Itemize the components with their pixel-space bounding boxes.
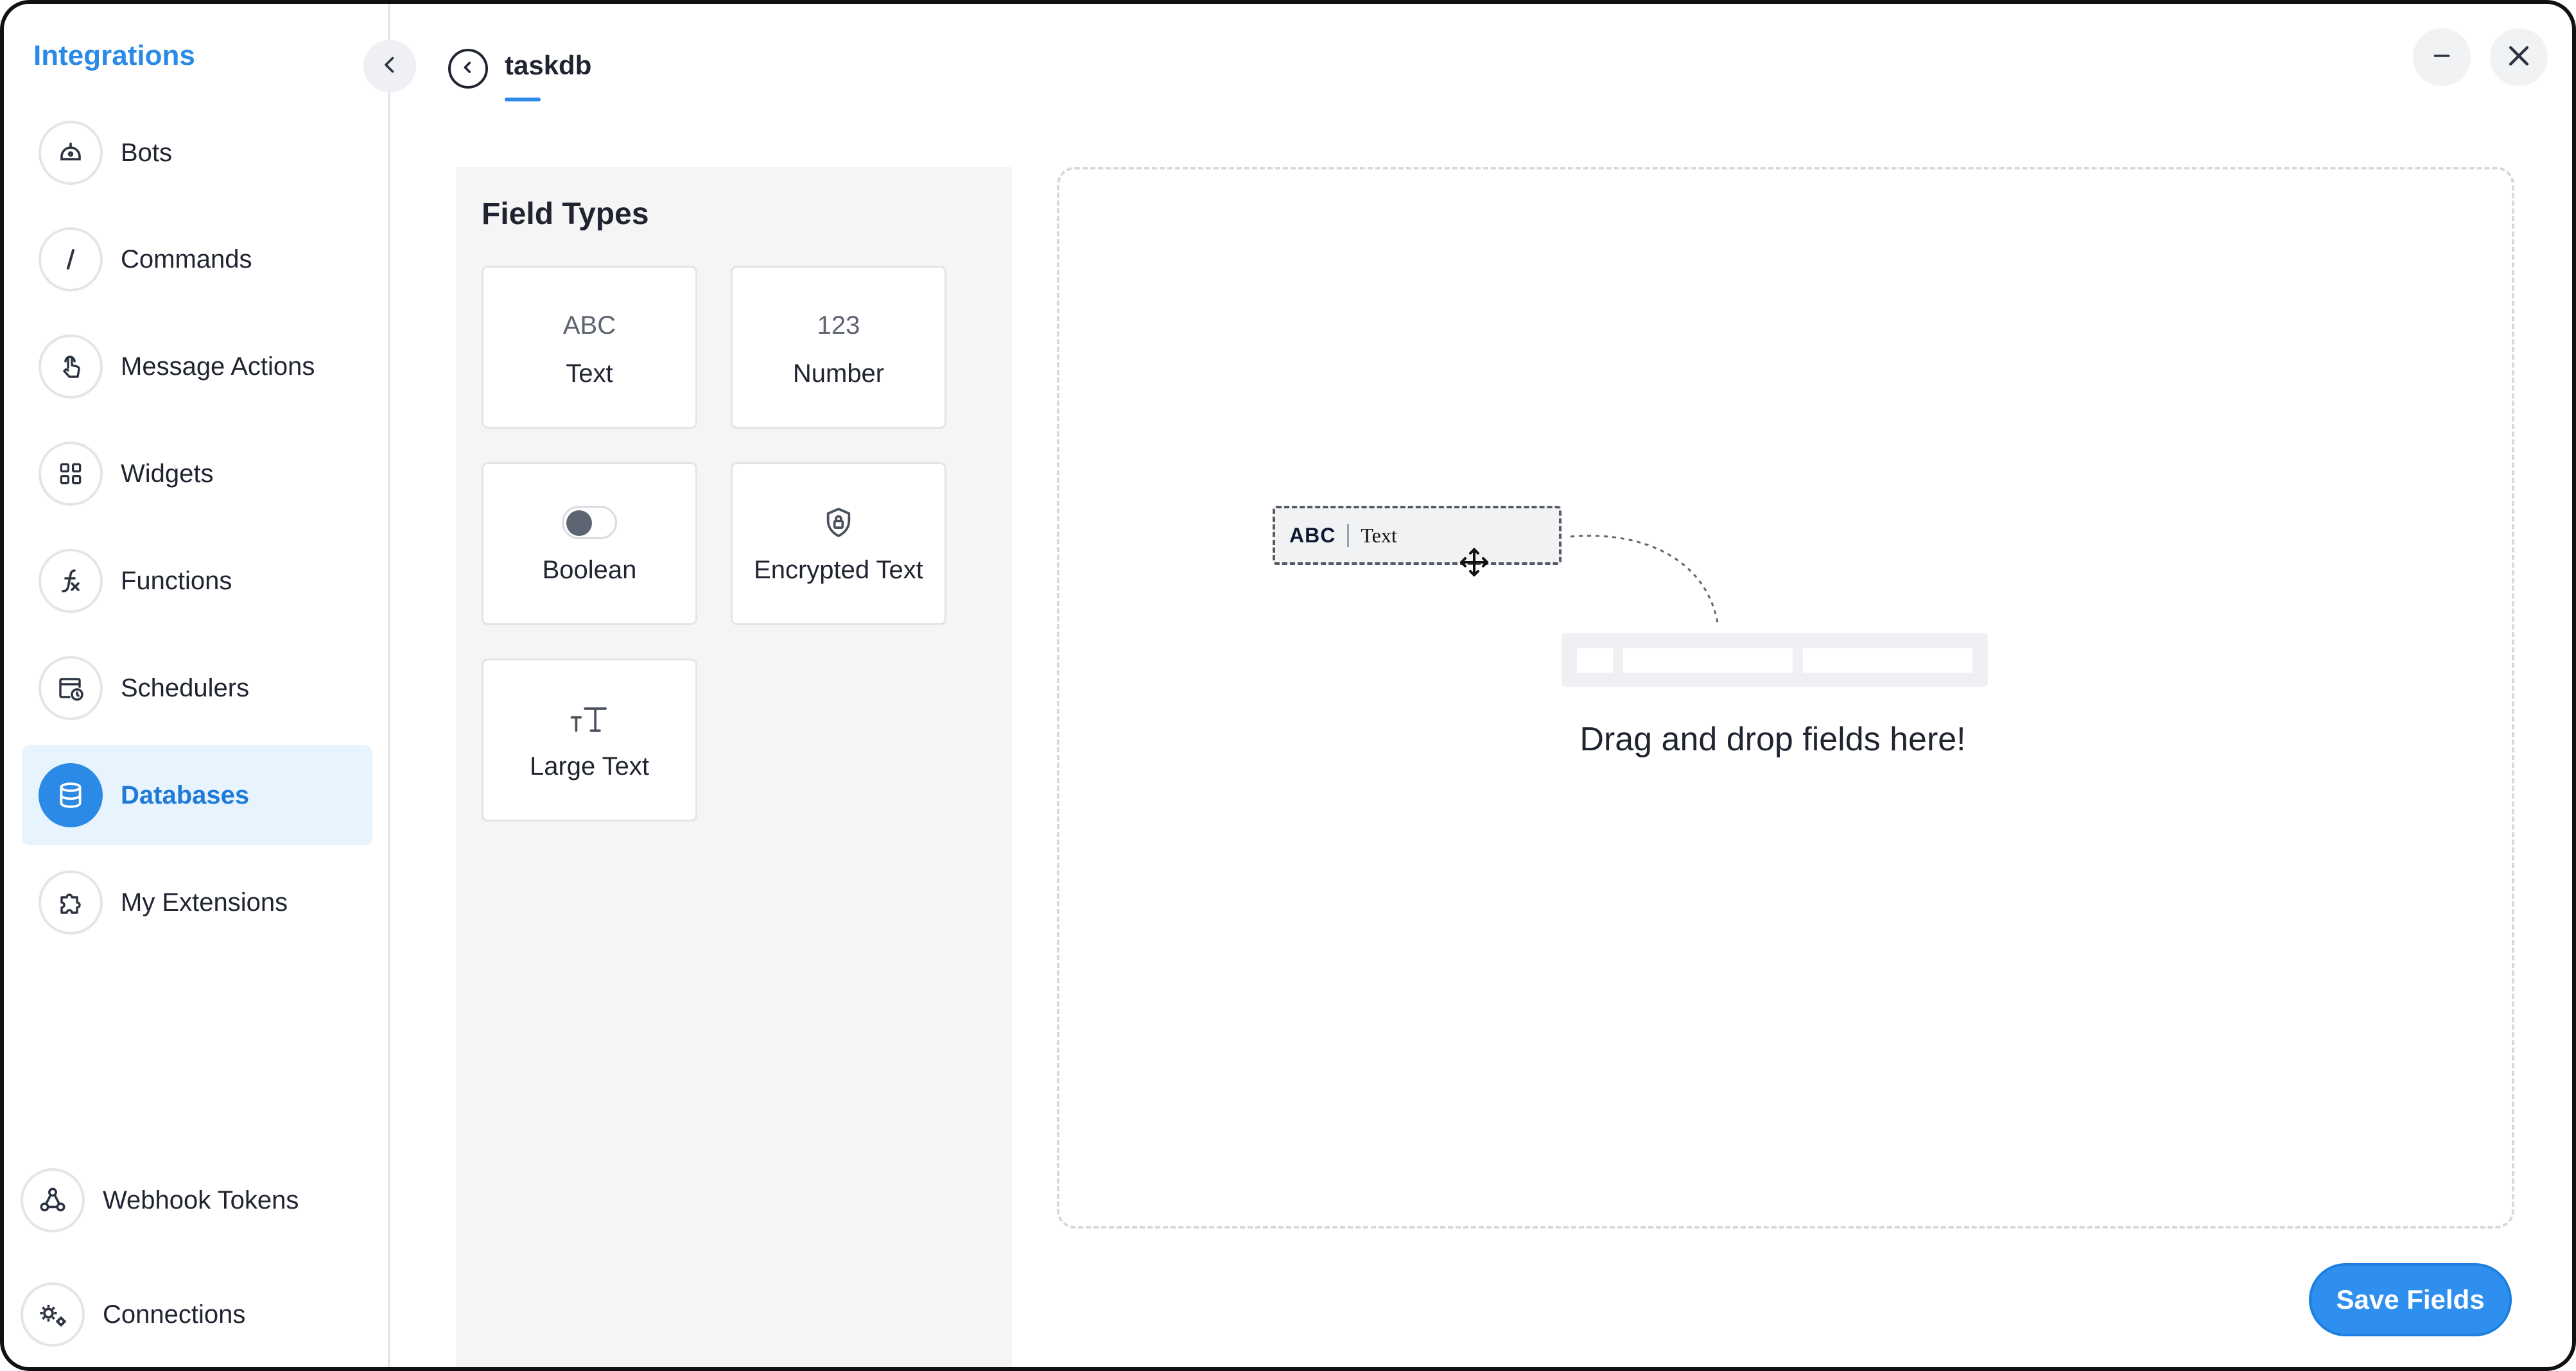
database-icon	[39, 763, 103, 827]
sidebar-item-label: Commands	[121, 245, 252, 273]
gears-icon	[21, 1282, 85, 1347]
minimize-icon	[2430, 44, 2453, 71]
sidebar-item-label: Widgets	[121, 459, 214, 488]
chevron-left-icon	[378, 53, 401, 80]
drag-path-line	[1570, 535, 1719, 627]
text-type-glyph: ABC	[562, 311, 616, 340]
minimize-button[interactable]	[2413, 28, 2471, 86]
back-button[interactable]	[448, 49, 488, 89]
field-type-number[interactable]: 123 Number	[731, 266, 946, 429]
field-types-panel: Field Types ABC Text 123 Number Boolean …	[456, 167, 1012, 1367]
sidebar-item-widgets[interactable]: Widgets	[22, 424, 372, 524]
close-icon	[2505, 42, 2533, 73]
tab-underline	[505, 98, 541, 101]
slash-icon	[39, 227, 103, 291]
sidebar-title: Integrations	[33, 40, 195, 71]
table-placeholder-illustration	[1562, 633, 1988, 687]
sidebar-item-schedulers[interactable]: Schedulers	[22, 638, 372, 738]
toggle-icon	[562, 503, 617, 542]
chip-label: Text	[1361, 523, 1397, 547]
field-type-label: Number	[792, 359, 885, 388]
drag-field-illustration: ABC Text	[1273, 506, 1562, 565]
field-drop-zone[interactable]	[1057, 167, 2514, 1229]
sidebar-item-my-extensions[interactable]: My Extensions	[22, 852, 372, 953]
grid-icon	[39, 442, 103, 506]
field-type-label: Encrypted Text	[754, 555, 923, 584]
pointer-hand-icon	[39, 334, 103, 399]
drop-hint-text: Drag and drop fields here!	[1580, 721, 1966, 758]
sidebar-item-commands[interactable]: Commands	[22, 209, 372, 309]
field-type-encrypted-text[interactable]: Encrypted Text	[731, 462, 946, 625]
field-type-label: Large Text	[529, 752, 650, 780]
sidebar-item-databases[interactable]: Databases	[22, 745, 372, 845]
sidebar: Integrations Bots Commands Message Actio…	[4, 4, 390, 1367]
sidebar-item-webhook-tokens[interactable]: Webhook Tokens	[4, 1150, 354, 1250]
save-fields-button[interactable]: Save Fields	[2309, 1263, 2512, 1336]
sidebar-item-functions[interactable]: Functions	[22, 531, 372, 631]
webhook-icon	[21, 1168, 85, 1232]
text-size-icon	[569, 700, 610, 738]
field-types-title: Field Types	[482, 197, 649, 231]
shield-lock-icon	[821, 503, 857, 542]
chip-glyph: ABC	[1289, 523, 1336, 547]
sidebar-item-label: Functions	[121, 566, 232, 595]
field-type-large-text[interactable]: Large Text	[482, 659, 697, 822]
app-window: Integrations Bots Commands Message Actio…	[0, 0, 2576, 1371]
field-type-boolean[interactable]: Boolean	[482, 462, 697, 625]
sidebar-item-connections[interactable]: Connections	[4, 1264, 354, 1365]
collapse-sidebar-button[interactable]	[363, 40, 416, 92]
sidebar-item-message-actions[interactable]: Message Actions	[22, 316, 372, 417]
chip-divider	[1347, 524, 1350, 547]
sidebar-item-label: Databases	[121, 780, 250, 809]
puzzle-icon	[39, 870, 103, 935]
calendar-clock-icon	[39, 656, 103, 720]
function-icon	[39, 549, 103, 613]
sidebar-item-label: Webhook Tokens	[103, 1186, 299, 1214]
sidebar-item-label: Bots	[121, 138, 173, 167]
field-type-text[interactable]: ABC Text	[482, 266, 697, 429]
page-title: taskdb	[505, 50, 592, 80]
chevron-left-icon	[459, 58, 477, 80]
sidebar-item-label: Connections	[103, 1300, 246, 1329]
sidebar-item-label: My Extensions	[121, 888, 288, 917]
number-type-glyph: 123	[817, 311, 860, 340]
move-cursor-icon	[1459, 547, 1490, 581]
bot-icon	[39, 121, 103, 185]
sidebar-item-label: Message Actions	[121, 352, 315, 381]
field-type-label: Text	[566, 359, 613, 388]
field-type-label: Boolean	[542, 555, 637, 584]
sidebar-item-label: Schedulers	[121, 673, 250, 702]
sidebar-item-bots[interactable]: Bots	[22, 103, 372, 203]
close-button[interactable]	[2490, 28, 2548, 86]
